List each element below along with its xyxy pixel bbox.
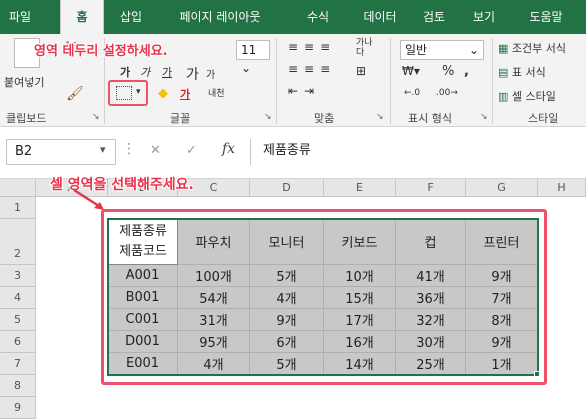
chevron-down-icon: ⌄	[241, 61, 252, 75]
cancel-icon[interactable]: ✕	[150, 143, 161, 158]
tab-formulas[interactable]: 수식	[296, 0, 340, 34]
tab-review[interactable]: 검토	[414, 0, 454, 34]
column-header-d[interactable]: D	[250, 179, 324, 197]
phonetic-button[interactable]: 내천	[208, 86, 225, 99]
name-box-dropdown-icon[interactable]: ▾	[100, 143, 106, 156]
row-header-3[interactable]: 3	[0, 265, 36, 287]
group-align-label: 맞춤	[314, 112, 335, 125]
increase-decimal-icon[interactable]: ←.0	[404, 88, 420, 98]
cell-style-button[interactable]: ▥ 셀 스타일	[498, 88, 556, 104]
row-header-2[interactable]: 2	[0, 219, 36, 265]
select-all-corner[interactable]	[0, 179, 36, 197]
row-header-5[interactable]: 5	[0, 309, 36, 331]
comma-button[interactable]: ,	[464, 64, 469, 79]
table-format-button[interactable]: ▤ 표 서식	[498, 64, 546, 80]
align-launcher-icon[interactable]: ↘	[376, 112, 384, 122]
italic-button[interactable]: 가	[140, 64, 150, 80]
table-format-icon: ▤	[498, 66, 509, 79]
tab-help[interactable]: 도움말	[518, 0, 574, 34]
separator	[492, 38, 493, 124]
cell-style-label: 셀 스타일	[511, 90, 556, 103]
merge-icon[interactable]: ⊞	[356, 64, 366, 78]
number-format-value: 일반	[405, 43, 428, 57]
font-size-select[interactable]: 11 ⌄	[236, 40, 270, 75]
border-button-highlight	[108, 80, 148, 106]
more-icon: ⋮	[122, 141, 136, 157]
wrap-text-button[interactable]: 가나 다	[356, 38, 373, 58]
column-header-e[interactable]: E	[324, 179, 396, 197]
table-format-label: 표 서식	[511, 66, 546, 79]
horizontal-align-icons[interactable]: ≡≡≡	[288, 62, 336, 76]
tab-page-layout[interactable]: 페이지 레이아웃	[160, 0, 280, 34]
number-format-select[interactable]: 일반 ⌄	[400, 40, 484, 60]
vertical-align-icons[interactable]: ≡≡≡	[288, 40, 336, 54]
row-header-9[interactable]: 9	[0, 397, 36, 419]
ribbon-tab-bar: 파일 홈 삽입 페이지 레이아웃 수식 데이터 검토 보기 도움말	[0, 0, 586, 34]
tab-home[interactable]: 홈	[60, 0, 104, 34]
range-highlight	[101, 209, 547, 385]
chevron-down-icon: ⌄	[468, 43, 479, 57]
clipboard-launcher-icon[interactable]: ↘	[92, 112, 100, 122]
percent-button[interactable]: %	[442, 64, 454, 79]
group-font-label: 글꼴	[170, 112, 191, 125]
cell-style-icon: ▥	[498, 90, 509, 103]
conditional-format-icon: ▦	[498, 42, 509, 55]
group-style-label: 스타일	[528, 112, 559, 125]
fill-color-icon[interactable]: ◆	[158, 86, 168, 101]
underline-button[interactable]: 가	[162, 64, 172, 80]
font-launcher-icon[interactable]: ↘	[264, 112, 272, 122]
tab-data[interactable]: 데이터	[354, 0, 406, 34]
currency-icon[interactable]: ₩▾	[402, 64, 420, 78]
conditional-format-button[interactable]: ▦ 조건부 서식	[498, 40, 566, 56]
column-header-h[interactable]: H	[538, 179, 586, 197]
separator	[276, 38, 277, 124]
font-color-button[interactable]: 가	[180, 86, 190, 102]
paste-button[interactable]: 붙여넣기	[4, 74, 44, 90]
tab-view[interactable]: 보기	[464, 0, 504, 34]
group-number-label: 표시 형식	[408, 112, 452, 125]
separator	[390, 38, 391, 124]
row-header-7[interactable]: 7	[0, 353, 36, 375]
row-header-8[interactable]: 8	[0, 375, 36, 397]
tab-insert[interactable]: 삽입	[112, 0, 150, 34]
tab-file[interactable]: 파일	[0, 0, 40, 34]
hint-arrow-icon	[73, 188, 104, 210]
group-clipboard-label: 클립보드	[6, 112, 47, 125]
row-header-4[interactable]: 4	[0, 287, 36, 309]
font-grow-button[interactable]: 가	[186, 64, 199, 84]
conditional-format-label: 조건부 서식	[511, 42, 567, 55]
column-header-f[interactable]: F	[396, 179, 466, 197]
insert-function-icon[interactable]: fx	[222, 141, 235, 157]
formula-input[interactable]: 제품종류	[250, 139, 586, 165]
row-header-1[interactable]: 1	[0, 197, 36, 219]
bold-button[interactable]: 가	[120, 64, 130, 80]
indent-icons[interactable]: ⇤⇥	[288, 84, 320, 98]
border-hint-text: 영역 테두리 설정하세요.	[34, 44, 168, 59]
column-header-g[interactable]: G	[466, 179, 538, 197]
enter-icon[interactable]: ✓	[186, 143, 197, 158]
format-painter-icon[interactable]: 🖌	[66, 86, 84, 102]
formula-bar: B2 ▾ ⋮ ✕ ✓ fx 제품종류	[0, 127, 586, 179]
font-size-value: 11	[241, 43, 257, 57]
decrease-decimal-icon[interactable]: .00→	[436, 88, 458, 98]
font-shrink-button[interactable]: 가	[206, 66, 215, 81]
row-header-6[interactable]: 6	[0, 331, 36, 353]
number-launcher-icon[interactable]: ↘	[480, 112, 488, 122]
